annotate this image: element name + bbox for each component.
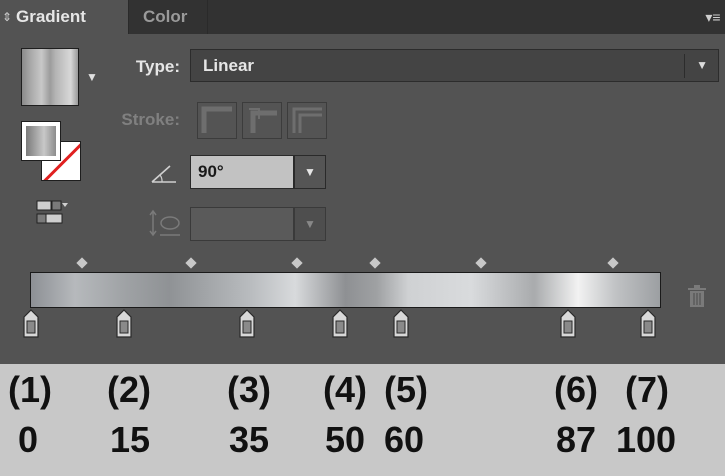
panel-menu-icon[interactable]: ▾≡ <box>703 8 723 26</box>
midpoint-diamond[interactable] <box>475 257 487 269</box>
annotation-value: 60 <box>384 419 425 460</box>
gradient-thumbnail[interactable] <box>21 48 79 106</box>
midpoint-diamond[interactable] <box>607 257 619 269</box>
reverse-gradient-icon[interactable] <box>34 198 70 228</box>
chevron-down-icon[interactable]: ▼ <box>86 70 98 84</box>
annotation-value: 15 <box>110 419 151 460</box>
stroke-within-button[interactable] <box>197 102 237 139</box>
trash-icon[interactable] <box>686 284 708 308</box>
gradient-stop[interactable] <box>639 309 657 339</box>
gradient-stop[interactable] <box>115 309 133 339</box>
type-select-value: Linear <box>203 56 255 75</box>
annotation-label: (1) <box>8 369 52 410</box>
divider <box>684 54 685 78</box>
annotation-value: 87 <box>556 419 597 460</box>
gradient-stop[interactable] <box>392 309 410 339</box>
annotation-label: (5) <box>384 369 428 410</box>
tab-gradient-label: Gradient <box>16 7 86 26</box>
angle-input[interactable]: 90° <box>190 155 294 189</box>
tab-gradient[interactable]: ⇕ Gradient <box>0 0 128 34</box>
tab-color-label: Color <box>143 7 188 26</box>
gradient-stop[interactable] <box>22 309 40 339</box>
stroke-within-icon <box>201 106 232 133</box>
annotation-label: (7) <box>625 369 669 410</box>
annotation-value: 50 <box>325 419 366 460</box>
stroke-across-icon <box>292 107 322 133</box>
fill-swatch[interactable] <box>21 121 61 161</box>
gradient-panel: ⇕ Gradient Color ▾≡ ▼ Type: Linear ▼ Str… <box>0 0 725 364</box>
tab-bar: ⇕ Gradient Color ▾≡ <box>0 0 725 34</box>
annotation-label: (6) <box>554 369 598 410</box>
gradient-stop[interactable] <box>559 309 577 339</box>
angle-dropdown-button[interactable]: ▼ <box>294 155 326 189</box>
type-select[interactable]: Linear ▼ <box>190 49 719 82</box>
tab-color[interactable]: Color <box>128 0 208 34</box>
chevron-down-icon: ▼ <box>304 165 316 179</box>
annotation-value: 0 <box>18 419 39 460</box>
aspect-ratio-icon <box>149 209 180 237</box>
gradient-stop[interactable] <box>331 309 349 339</box>
annotation-label: (4) <box>323 369 367 410</box>
gradient-stop[interactable] <box>238 309 256 339</box>
annotation-value: 35 <box>229 419 270 460</box>
midpoint-diamond[interactable] <box>369 257 381 269</box>
midpoint-diamond[interactable] <box>76 257 88 269</box>
midpoint-diamond[interactable] <box>185 257 197 269</box>
gradient-slider[interactable] <box>30 272 661 308</box>
chevron-down-icon: ▼ <box>696 58 708 72</box>
chevron-down-icon: ▼ <box>304 217 316 231</box>
annotation-value: 100 <box>616 419 677 460</box>
fill-swatch-gradient <box>26 126 56 156</box>
annotation-label: (3) <box>227 369 271 410</box>
stroke-across-button[interactable] <box>287 102 327 139</box>
stroke-along-button[interactable] <box>242 102 282 139</box>
type-label: Type: <box>135 57 180 76</box>
annotation-label: (2) <box>107 369 151 410</box>
stroke-label: Stroke: <box>121 110 180 129</box>
aspect-ratio-input[interactable] <box>190 207 294 241</box>
angle-icon <box>151 165 176 183</box>
collapse-icon[interactable]: ⇕ <box>2 0 12 34</box>
aspect-ratio-dropdown-button[interactable]: ▼ <box>294 207 326 241</box>
stroke-along-icon <box>249 108 277 133</box>
midpoint-diamond[interactable] <box>291 257 303 269</box>
